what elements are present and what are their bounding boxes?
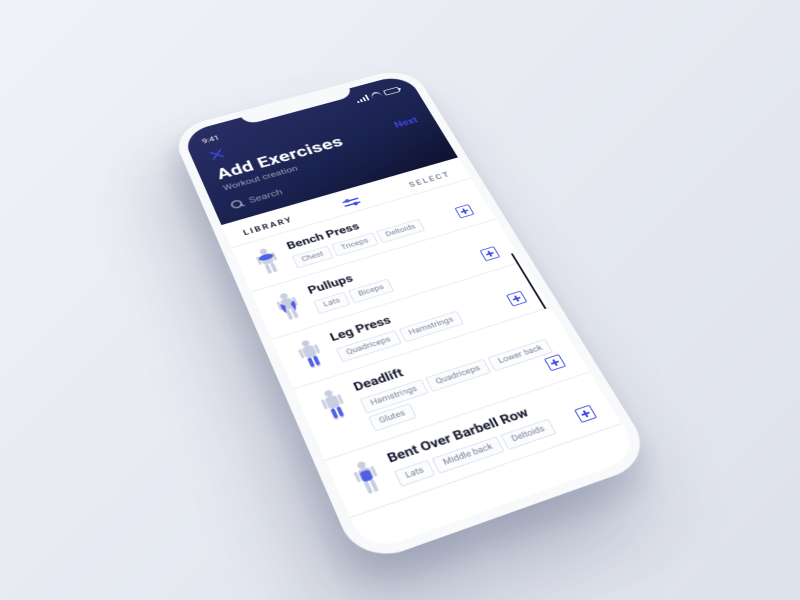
search-icon (229, 199, 243, 210)
exercise-item[interactable]: Deadlift HamstringsQuadricepsLower backG… (294, 307, 590, 460)
muscle-chip: Middle back (432, 436, 505, 473)
muscle-figure-icon (344, 456, 390, 500)
screen: 9:41 Add Exercises Workout creation Next (181, 73, 641, 553)
search-placeholder: Search (247, 187, 284, 205)
muscle-chip: Hamstrings (360, 379, 429, 413)
close-icon[interactable] (207, 147, 228, 162)
muscle-chip: Quadriceps (425, 359, 492, 392)
muscle-chip: Lats (313, 292, 351, 314)
add-exercise-button[interactable] (544, 354, 566, 371)
signal-icon (355, 95, 370, 104)
muscle-figure-icon (289, 335, 331, 373)
muscle-figure-icon (248, 244, 288, 278)
muscle-chip: Glutes (368, 403, 417, 431)
filter-icon[interactable] (342, 196, 362, 208)
phone-frame: 9:41 Add Exercises Workout creation Next (170, 66, 656, 567)
muscle-chips: QuadricepsHamstrings (336, 291, 528, 363)
add-exercise-button[interactable] (506, 291, 527, 307)
wifi-icon (370, 91, 383, 99)
exercise-title: Deadlift (351, 321, 546, 394)
muscle-chip: Deltoids (500, 419, 556, 450)
exercise-title: Bent Over Barbell Row (385, 387, 586, 466)
next-button[interactable]: Next (392, 115, 420, 130)
battery-icon (383, 86, 401, 95)
muscle-figure-icon (312, 385, 356, 425)
add-exercise-button[interactable] (574, 405, 597, 423)
muscle-chips: LatsMiddle backDeltoids (394, 405, 598, 487)
status-time: 9:41 (201, 134, 221, 145)
muscle-chips: HamstringsQuadricepsLower back Glutes (360, 338, 567, 432)
muscle-chip: Lower back (488, 339, 554, 372)
muscle-chip: Hamstrings (398, 311, 464, 343)
muscle-chip: Quadriceps (336, 330, 402, 362)
muscle-figure-icon (268, 289, 309, 325)
muscle-chip: Lats (394, 460, 436, 487)
exercise-item[interactable]: Bent Over Barbell Row LatsMiddle backDel… (325, 372, 622, 518)
